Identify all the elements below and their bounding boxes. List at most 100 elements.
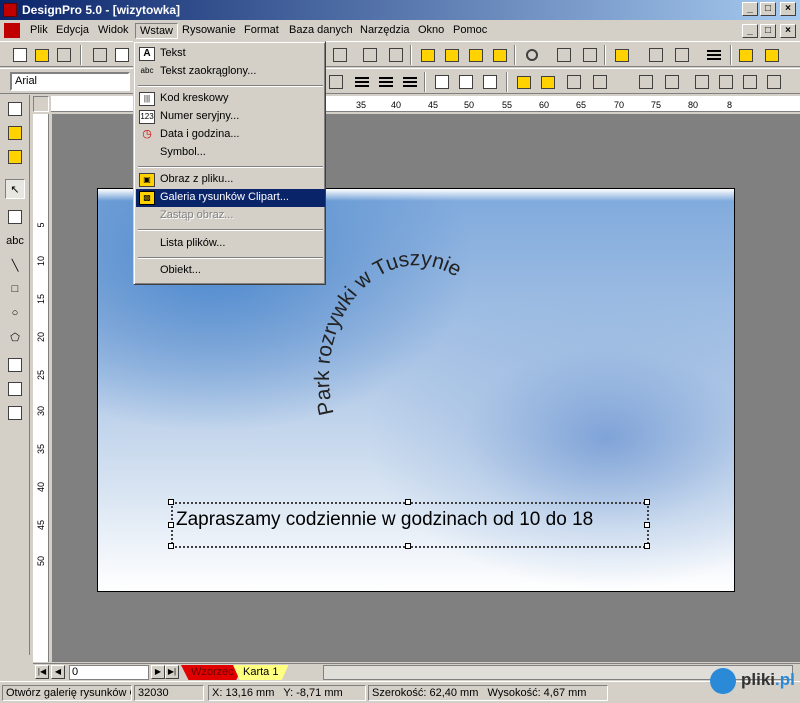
valign-top-icon[interactable] xyxy=(432,72,452,92)
menu-item-data-i-godzina[interactable]: ◷ Data i godzina... xyxy=(136,126,325,144)
status-x: X: 13,16 mm xyxy=(212,687,275,699)
date-tool-icon[interactable] xyxy=(5,403,25,423)
menu-baza-danych[interactable]: Baza danych xyxy=(285,23,357,39)
curved-text-tool-icon[interactable]: abc xyxy=(5,231,25,251)
picture-icon[interactable] xyxy=(5,147,25,167)
menu-plik[interactable]: Plik xyxy=(26,23,52,39)
resize-handle[interactable] xyxy=(644,499,650,505)
table-icon[interactable] xyxy=(564,72,584,92)
first-record-icon[interactable] xyxy=(692,72,712,92)
next-record-icon[interactable] xyxy=(740,72,760,92)
menu-item-numer-seryjny[interactable]: 123 Numer seryjny... xyxy=(136,108,325,126)
rectangle-tool-icon[interactable]: □ xyxy=(5,279,25,299)
tab-karta-1[interactable]: Karta 1 xyxy=(233,665,289,680)
line-tool-icon[interactable]: ╲ xyxy=(5,255,25,275)
align-left-icon[interactable] xyxy=(352,72,372,92)
image-icon[interactable] xyxy=(762,45,782,65)
ellipse-tool-icon[interactable]: ○ xyxy=(5,303,25,323)
align-right-icon[interactable] xyxy=(400,72,420,92)
pattern-icon[interactable] xyxy=(646,45,666,65)
field-icon[interactable] xyxy=(590,72,610,92)
fill-color-icon[interactable] xyxy=(612,45,632,65)
font-name-select[interactable]: Arial xyxy=(10,72,130,91)
resize-handle[interactable] xyxy=(168,522,174,528)
ungroup-icon[interactable] xyxy=(442,45,462,65)
vertical-ruler: 5 10 15 20 25 30 35 40 45 50 xyxy=(33,114,49,662)
menu-item-lista-plikow[interactable]: Lista plików... xyxy=(136,235,325,253)
menu-item-obiekt[interactable]: Obiekt... xyxy=(136,262,325,280)
maximize-button[interactable]: □ xyxy=(760,2,776,16)
doc-properties-icon[interactable] xyxy=(5,99,25,119)
menu-okno[interactable]: Okno xyxy=(414,23,448,39)
pointer-tool-icon[interactable]: ↖ xyxy=(5,179,25,199)
document-icon[interactable] xyxy=(4,23,20,38)
resize-handle[interactable] xyxy=(405,499,411,505)
prev-record-icon[interactable] xyxy=(716,72,736,92)
next-page-icon[interactable]: ▶ xyxy=(151,665,165,679)
record-list-icon[interactable] xyxy=(662,72,682,92)
menu-rysowanie[interactable]: Rysowanie xyxy=(178,23,240,39)
menu-widok[interactable]: Widok xyxy=(94,23,133,39)
menu-item-galeria-clipart[interactable]: ▩ Galeria rysunków Clipart... xyxy=(136,189,325,207)
doc-minimize-button[interactable]: _ xyxy=(742,24,758,38)
line-width-icon[interactable] xyxy=(704,45,724,65)
align-center-icon[interactable] xyxy=(376,72,396,92)
clipart-icon[interactable] xyxy=(736,45,756,65)
menu-item-symbol[interactable]: Symbol... xyxy=(136,144,325,162)
zoom-dropdown-icon[interactable] xyxy=(330,45,350,65)
save-icon[interactable] xyxy=(54,45,74,65)
crop-frame-icon[interactable] xyxy=(386,45,406,65)
doc-close-button[interactable]: × xyxy=(780,24,796,38)
page-number-input[interactable]: 0 xyxy=(69,665,149,680)
resize-handle[interactable] xyxy=(405,543,411,549)
record-icon[interactable] xyxy=(636,72,656,92)
resize-handle[interactable] xyxy=(168,543,174,549)
resize-handle[interactable] xyxy=(168,499,174,505)
minimize-button[interactable]: _ xyxy=(742,2,758,16)
open-folder-icon[interactable] xyxy=(32,45,52,65)
rotate-icon[interactable] xyxy=(522,45,542,65)
menu-bar: Plik Edycja Widok Wstaw Rysowanie Format… xyxy=(0,20,800,41)
menu-item-tekst-zaokraglony[interactable]: abc Tekst zaokrąglony... xyxy=(136,63,325,81)
barcode-tool-icon[interactable] xyxy=(5,355,25,375)
menu-format[interactable]: Format xyxy=(240,23,283,39)
polygon-tool-icon[interactable]: ⬠ xyxy=(5,327,25,347)
print-icon[interactable] xyxy=(90,45,110,65)
status-bar: Otwórz galerię rysunków C 32030 X: 13,16… xyxy=(0,681,800,703)
underline-icon[interactable] xyxy=(326,72,346,92)
menu-pomoc[interactable]: Pomoc xyxy=(449,23,491,39)
group-icon[interactable] xyxy=(418,45,438,65)
resize-handle[interactable] xyxy=(644,522,650,528)
send-back-icon[interactable] xyxy=(490,45,510,65)
print-preview-icon[interactable] xyxy=(112,45,132,65)
doc-restore-button[interactable]: □ xyxy=(760,24,776,38)
menu-wstaw[interactable]: Wstaw xyxy=(135,23,178,39)
selected-text-object[interactable]: Zapraszamy codziennie w godzinach od 10 … xyxy=(176,509,593,531)
first-page-icon[interactable]: |◀ xyxy=(35,665,49,679)
last-page-icon[interactable]: ▶| xyxy=(165,665,179,679)
flip-horizontal-icon[interactable] xyxy=(554,45,574,65)
menu-item-obraz-z-pliku[interactable]: ▣ Obraz z pliku... xyxy=(136,171,325,189)
arc-text[interactable]: Park rozrywki w Tuszynie xyxy=(311,247,465,417)
menu-item-tekst[interactable]: A Tekst xyxy=(136,45,325,63)
crop-icon[interactable] xyxy=(360,45,380,65)
serial-number-tool-icon[interactable] xyxy=(5,379,25,399)
new-file-icon[interactable] xyxy=(10,45,30,65)
menu-item-kod-kreskowy[interactable]: ||| Kod kreskowy xyxy=(136,90,325,108)
valign-middle-icon[interactable] xyxy=(456,72,476,92)
menu-narzedzia[interactable]: Narzędzia xyxy=(356,23,414,39)
lock-icon[interactable] xyxy=(5,123,25,143)
line-color-icon[interactable] xyxy=(672,45,692,65)
close-button[interactable]: × xyxy=(780,2,796,16)
flip-vertical-icon[interactable] xyxy=(580,45,600,65)
database-edit-icon[interactable] xyxy=(538,72,558,92)
text-tool-icon[interactable] xyxy=(5,207,25,227)
insert-menu-dropdown: A Tekst abc Tekst zaokrąglony... ||| Kod… xyxy=(133,41,326,285)
valign-bottom-icon[interactable] xyxy=(480,72,500,92)
resize-handle[interactable] xyxy=(644,543,650,549)
last-record-icon[interactable] xyxy=(764,72,784,92)
menu-edycja[interactable]: Edycja xyxy=(52,23,93,39)
bring-front-icon[interactable] xyxy=(466,45,486,65)
database-merge-icon[interactable] xyxy=(514,72,534,92)
prev-page-icon[interactable]: ◀ xyxy=(51,665,65,679)
